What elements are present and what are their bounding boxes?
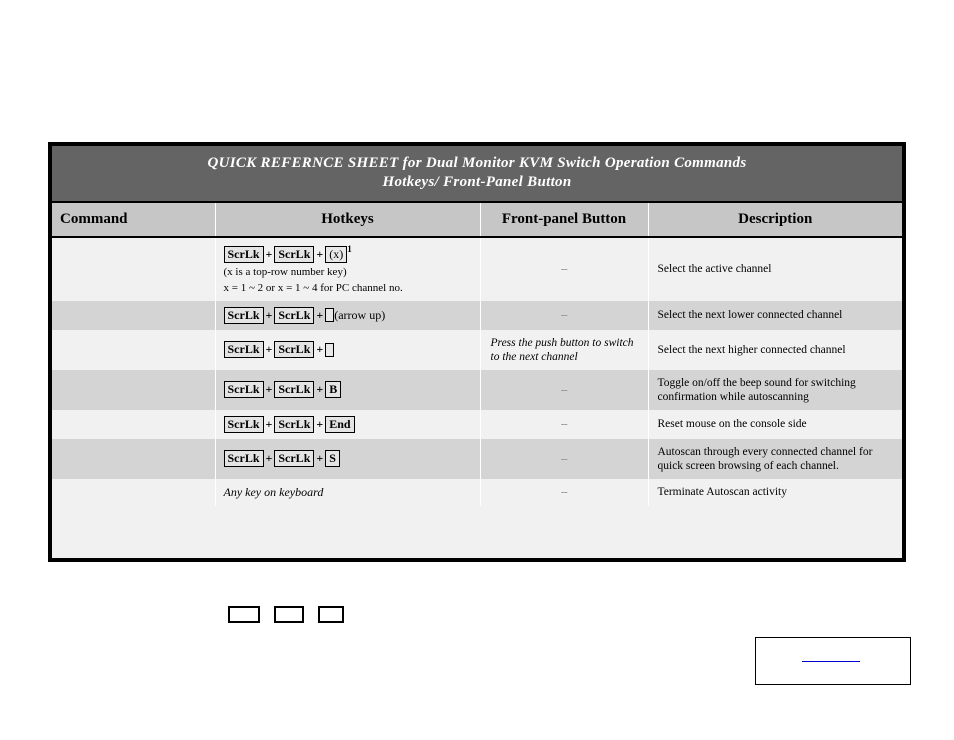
plus-separator: + — [265, 342, 273, 357]
plus-separator: + — [265, 451, 273, 466]
cell-description: Select the active channel — [648, 237, 902, 301]
plus-separator: + — [316, 451, 324, 466]
keycap-scrlk: ScrLk — [223, 245, 264, 263]
keycap-scrlk: ScrLk — [223, 341, 264, 359]
cell-description: Select the next lower connected channel — [648, 300, 902, 330]
cell-command — [52, 237, 216, 301]
keycap-scrlk: ScrLk — [223, 450, 264, 468]
cell-command — [52, 478, 216, 506]
table-row: Any key on keyboard -- Terminate Autoscan … — [52, 478, 902, 506]
plus-separator: + — [316, 342, 324, 357]
plus-separator: + — [265, 416, 273, 431]
plus-separator: + — [316, 416, 324, 431]
cell-hotkeys: ScrLk + ScrLk + (arrow up) — [215, 300, 481, 330]
cell-front-panel-button: -- — [480, 300, 649, 330]
arrow-key-glyph — [325, 308, 335, 323]
hotkey-combo: ScrLk + ScrLk + — [223, 341, 474, 359]
cell-front-panel-button: -- — [480, 369, 649, 410]
cell-description: Select the next higher connected channel — [648, 329, 902, 370]
keycap-scrlk: ScrLk — [274, 381, 315, 399]
table-body: ScrLk + ScrLk + (x) 1 (x is a top-row number … — [52, 237, 902, 506]
table-row: ScrLk + ScrLk + S -- Autoscan through every co… — [52, 438, 902, 479]
cell-front-panel-button: Press the push button to switch to the n… — [480, 329, 649, 370]
hotkey-combo: ScrLk + ScrLk + B — [223, 381, 474, 399]
cell-front-panel-button: -- — [480, 237, 649, 301]
cell-front-panel-button: -- — [480, 438, 649, 479]
cell-description: Reset mouse on the console side — [648, 409, 902, 439]
hotkey-combo: ScrLk + ScrLk + (x) 1 — [223, 244, 474, 263]
arrow-key-glyph — [325, 342, 335, 357]
keycap-s: S — [325, 450, 340, 468]
cell-hotkeys: ScrLk + ScrLk + (x) 1 (x is a top-row number … — [215, 237, 481, 301]
title-banner: QUICK REFERNCE SHEET for Dual Monitor KV… — [52, 146, 902, 203]
cell-hotkeys: ScrLk + ScrLk + S — [215, 438, 481, 479]
hotkey-note: (x is a top-row number key) — [223, 265, 347, 278]
hotkey-combo: ScrLk + ScrLk + End — [223, 415, 474, 433]
quick-reference-sheet: QUICK REFERNCE SHEET for Dual Monitor KV… — [48, 142, 906, 562]
cell-front-panel-button: -- — [480, 478, 649, 506]
table-header: Command Hotkeys Front-panel Button Descr… — [52, 203, 902, 238]
cell-command — [52, 300, 216, 330]
cell-hotkeys: Any key on keyboard — [215, 478, 481, 506]
cell-command — [52, 409, 216, 439]
cell-hotkeys: ScrLk + ScrLk + End — [215, 409, 481, 439]
keycap-x: (x) — [325, 245, 348, 263]
plus-separator: + — [265, 246, 273, 261]
keycap-scrlk: ScrLk — [274, 306, 315, 324]
cell-description: Autoscan through every connected channel… — [648, 438, 902, 479]
push-button-box-1[interactable] — [228, 606, 260, 623]
keycap-scrlk: ScrLk — [223, 415, 264, 433]
keycap-scrlk: ScrLk — [274, 341, 315, 359]
table-row: ScrLk + ScrLk + Press the push button to swi… — [52, 329, 902, 370]
keycap-end: End — [325, 415, 355, 433]
cell-hotkeys: ScrLk + ScrLk + B — [215, 369, 481, 410]
plus-separator: + — [265, 382, 273, 397]
plus-separator: + — [316, 307, 324, 322]
hotkey-italic-text: Any key on keyboard — [223, 484, 324, 499]
table-header-row: Command Hotkeys Front-panel Button Descr… — [52, 203, 902, 238]
push-button-box-2[interactable] — [274, 606, 304, 623]
plus-separator: + — [265, 307, 273, 322]
table-row: ScrLk + ScrLk + End -- Reset mouse on the cons… — [52, 409, 902, 439]
plus-separator: + — [316, 382, 324, 397]
keycap-b: B — [325, 381, 342, 399]
cell-command — [52, 369, 216, 410]
commands-table: Command Hotkeys Front-panel Button Descr… — [52, 203, 902, 506]
link-box — [755, 637, 911, 685]
cell-command — [52, 329, 216, 370]
keycap-scrlk: ScrLk — [223, 306, 264, 324]
keycap-scrlk: ScrLk — [274, 245, 315, 263]
link-underline[interactable] — [802, 661, 860, 662]
title-line-2: Hotkeys/ Front-Panel Button — [382, 174, 572, 190]
column-header-hotkeys: Hotkeys — [215, 203, 481, 238]
cell-front-panel-button: -- — [480, 409, 649, 439]
table-row: ScrLk + ScrLk + B -- Toggle on/off the beep so… — [52, 369, 902, 410]
table-row: ScrLk + ScrLk + (x) 1 (x is a top-row number … — [52, 237, 902, 301]
hotkey-combo: ScrLk + ScrLk + (arrow up) — [223, 306, 474, 324]
column-header-front-panel-button: Front-panel Button — [480, 203, 649, 238]
front-panel-button-diagram — [228, 606, 344, 623]
keycap-scrlk: ScrLk — [223, 381, 264, 399]
cell-description: Toggle on/off the beep sound for switchi… — [648, 369, 902, 410]
keycap-scrlk: ScrLk — [274, 450, 315, 468]
column-header-description: Description — [647, 203, 902, 238]
hotkey-note: x = 1 ~ 2 or x = 1 ~ 4 for PC channel no… — [223, 281, 403, 294]
hotkey-combo: ScrLk + ScrLk + S — [223, 450, 474, 468]
arrow-key-label: (arrow up) — [334, 307, 386, 322]
keycap-scrlk: ScrLk — [274, 415, 315, 433]
cell-command — [52, 438, 216, 479]
push-button-box-3[interactable] — [318, 606, 344, 623]
cell-description: Terminate Autoscan activity — [648, 478, 902, 506]
column-header-command: Command — [52, 203, 216, 238]
title-line-1: QUICK REFERNCE SHEET for Dual Monitor KV… — [207, 155, 747, 171]
cell-hotkeys: ScrLk + ScrLk + — [215, 329, 481, 370]
footnote-marker: 1 — [347, 244, 352, 254]
table-row: ScrLk + ScrLk + (arrow up) -- Select the next … — [52, 300, 902, 330]
plus-separator: + — [316, 246, 324, 261]
